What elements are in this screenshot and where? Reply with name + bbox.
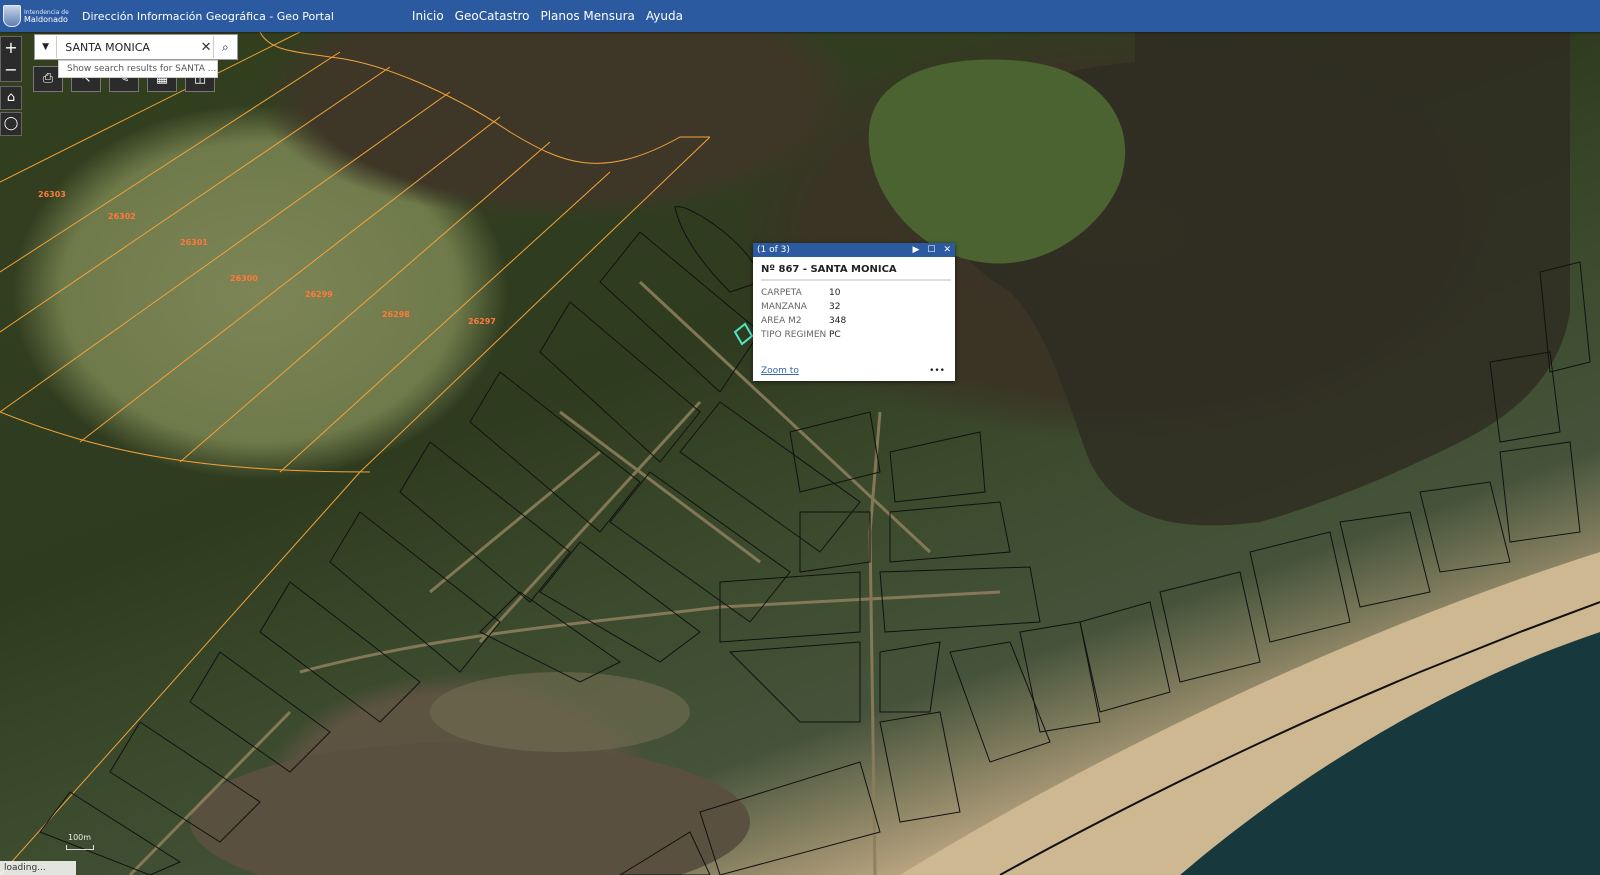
search-input[interactable]: [63, 39, 200, 55]
search-icon: ⌕: [222, 40, 229, 54]
table-row: MANZANA 32: [761, 300, 846, 314]
attribute-table: CARPETA 10 MANZANA 32 AREA M2 348 TIPO R…: [761, 286, 846, 342]
chevron-down-icon: ▼: [42, 42, 50, 52]
home-icon: ⌂: [6, 90, 16, 105]
loading-status: loading...: [0, 861, 76, 875]
close-icon: ✕: [943, 245, 951, 255]
next-feature-button[interactable]: ▶: [912, 245, 919, 255]
zoom-control: + −: [0, 36, 22, 82]
lot-label: 26299: [305, 290, 333, 299]
close-icon: ✕: [200, 39, 212, 55]
scale-bar: [66, 845, 94, 850]
table-row: TIPO REGIMEN PC: [761, 328, 846, 342]
field-value: PC: [829, 330, 841, 340]
map-overlay: [0, 32, 1600, 875]
popup-feature-count: (1 of 3): [757, 245, 790, 255]
scale-label: 100m: [68, 833, 92, 842]
field-key: MANZANA: [761, 302, 807, 312]
popup-title: Nº 867 - SANTA MONICA: [761, 264, 951, 281]
app-header: Intendencia de Maldonado Dirección Infor…: [0, 0, 1600, 32]
field-key: AREA M2: [761, 316, 802, 326]
selected-parcel-highlight[interactable]: [733, 322, 754, 346]
play-icon: ▶: [912, 245, 920, 255]
search-source-dropdown[interactable]: ▼: [35, 36, 58, 58]
locate-icon: ◯: [3, 116, 19, 131]
field-key: CARPETA: [761, 288, 802, 298]
nav-geocatastro[interactable]: GeoCatastro: [455, 9, 530, 23]
field-value: 32: [829, 302, 841, 312]
map-view[interactable]: 26303 26302 26301 26300 26299 26298 2629…: [0, 32, 1600, 875]
search-suggestion[interactable]: Show search results for SANTA ...: [58, 60, 218, 78]
pond: [190, 742, 750, 875]
lot-label: 26302: [108, 212, 136, 221]
nav-planos-mensura[interactable]: Planos Mensura: [540, 9, 634, 23]
maldonado-logo-icon[interactable]: [3, 5, 21, 27]
table-row: AREA M2 348: [761, 314, 846, 328]
app-title: Dirección Información Geográfica - Geo P…: [82, 9, 334, 23]
lot-label: 26297: [468, 317, 496, 326]
clear-search-button[interactable]: ✕: [199, 40, 213, 55]
maximize-icon: ☐: [927, 245, 936, 255]
nav-ayuda[interactable]: Ayuda: [646, 9, 683, 23]
field-key: TIPO REGIMEN: [761, 330, 827, 340]
lot-label: 26300: [230, 274, 258, 283]
maximize-button[interactable]: ☐: [927, 245, 935, 255]
search-button[interactable]: ⌕: [212, 36, 237, 58]
lot-label: 26303: [38, 190, 66, 199]
popup-footer: Zoom to •••: [761, 366, 945, 376]
table-row: CARPETA 10: [761, 286, 846, 300]
more-actions-button[interactable]: •••: [929, 366, 945, 376]
nav-inicio[interactable]: Inicio: [412, 9, 444, 23]
search-widget: ▼ ✕ ⌕: [34, 34, 238, 60]
lot-label: 26301: [180, 238, 208, 247]
zoom-in-button[interactable]: +: [1, 37, 21, 59]
close-popup-button[interactable]: ✕: [943, 245, 951, 255]
feature-popup: (1 of 3) ▶ ☐ ✕ Nº 867 - SANTA MONICA CAR…: [753, 243, 955, 381]
locate-button[interactable]: ◯: [0, 112, 22, 136]
popup-header: (1 of 3) ▶ ☐ ✕: [753, 243, 955, 257]
top-nav: Inicio GeoCatastro Planos Mensura Ayuda: [412, 9, 694, 23]
org-name: Intendencia de Maldonado: [24, 9, 69, 24]
printer-icon: ⎙: [42, 71, 54, 86]
zoom-out-button[interactable]: −: [1, 59, 21, 81]
home-button[interactable]: ⌂: [0, 86, 22, 110]
field-value: 10: [829, 288, 841, 298]
field-value: 348: [829, 316, 847, 326]
lot-label: 26298: [382, 310, 410, 319]
zoom-to-link[interactable]: Zoom to: [761, 366, 799, 376]
